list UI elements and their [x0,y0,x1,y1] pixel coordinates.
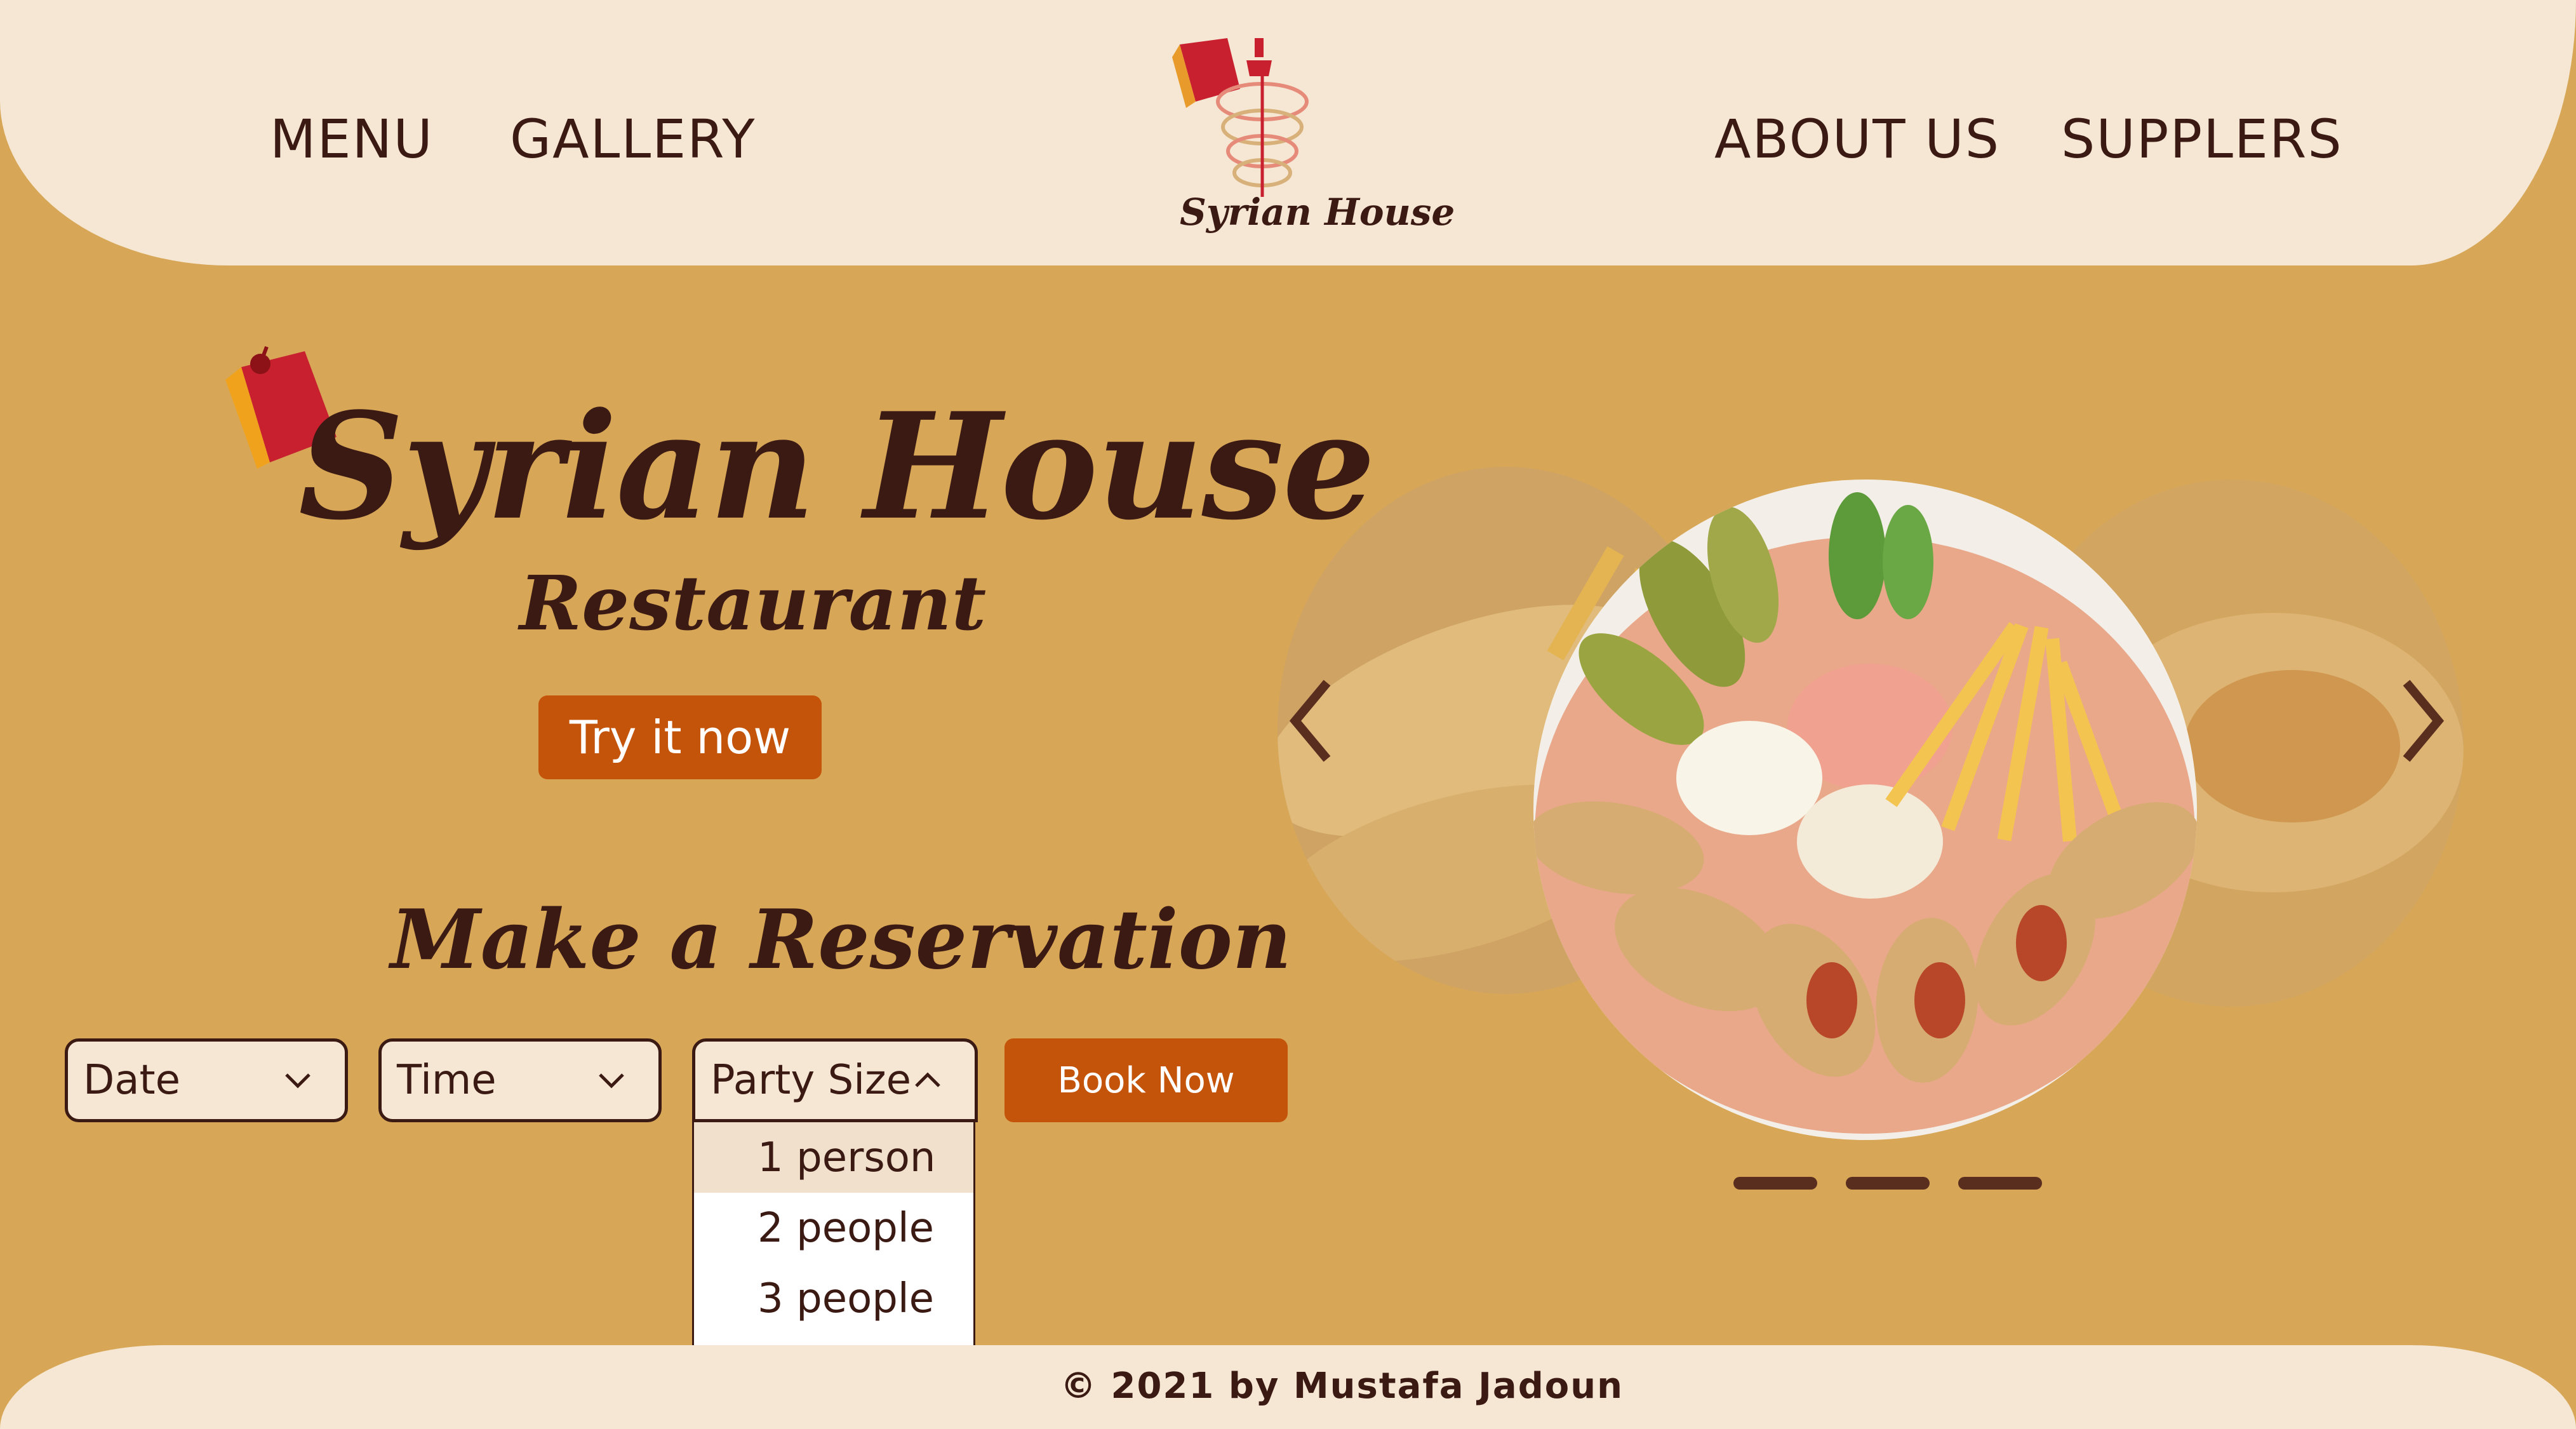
hero-subtitle: Restaurant [519,559,987,647]
carousel-current-slide-image[interactable] [1533,480,2197,1140]
chevron-down-icon [285,1073,310,1089]
carousel-indicators [1733,1177,2042,1190]
party-size-select-label: Party Size [711,1057,911,1104]
party-option-1[interactable]: 1 person [694,1122,973,1193]
chevron-up-icon [915,1072,940,1087]
carousel-dot-1[interactable] [1733,1177,1817,1190]
chevron-right-icon[interactable] [2394,676,2451,765]
date-select[interactable]: Date [65,1038,348,1122]
hero-title: Syrian House [298,381,1375,553]
logo-text: Syrian House [1180,191,1455,234]
carousel-dot-2[interactable] [1846,1177,1930,1190]
party-option-2[interactable]: 2 people [694,1193,973,1263]
time-select[interactable]: Time [378,1038,662,1122]
chevron-left-icon[interactable] [1283,676,1340,765]
nav-suppliers-link[interactable]: SUPPLERS [2061,108,2343,170]
chevron-down-icon [599,1073,624,1089]
party-size-select[interactable]: Party Size [692,1038,978,1122]
party-option-3[interactable]: 3 people [694,1263,973,1334]
date-select-label: Date [83,1057,180,1104]
copyright-text: © 2021 by Mustafa Jadoun [1060,1365,1624,1407]
time-select-label: Time [397,1057,497,1104]
book-now-button[interactable]: Book Now [1004,1038,1288,1122]
nav-about-link[interactable]: ABOUT US [1714,108,2000,170]
nav-gallery-link[interactable]: GALLERY [510,108,756,170]
try-it-now-button[interactable]: Try it now [538,695,822,779]
carousel-dot-3[interactable] [1958,1177,2042,1190]
nav-menu-link[interactable]: MENU [270,108,434,170]
reservation-title: Make a Reservation [390,892,1292,988]
food-carousel [1270,445,2476,1190]
